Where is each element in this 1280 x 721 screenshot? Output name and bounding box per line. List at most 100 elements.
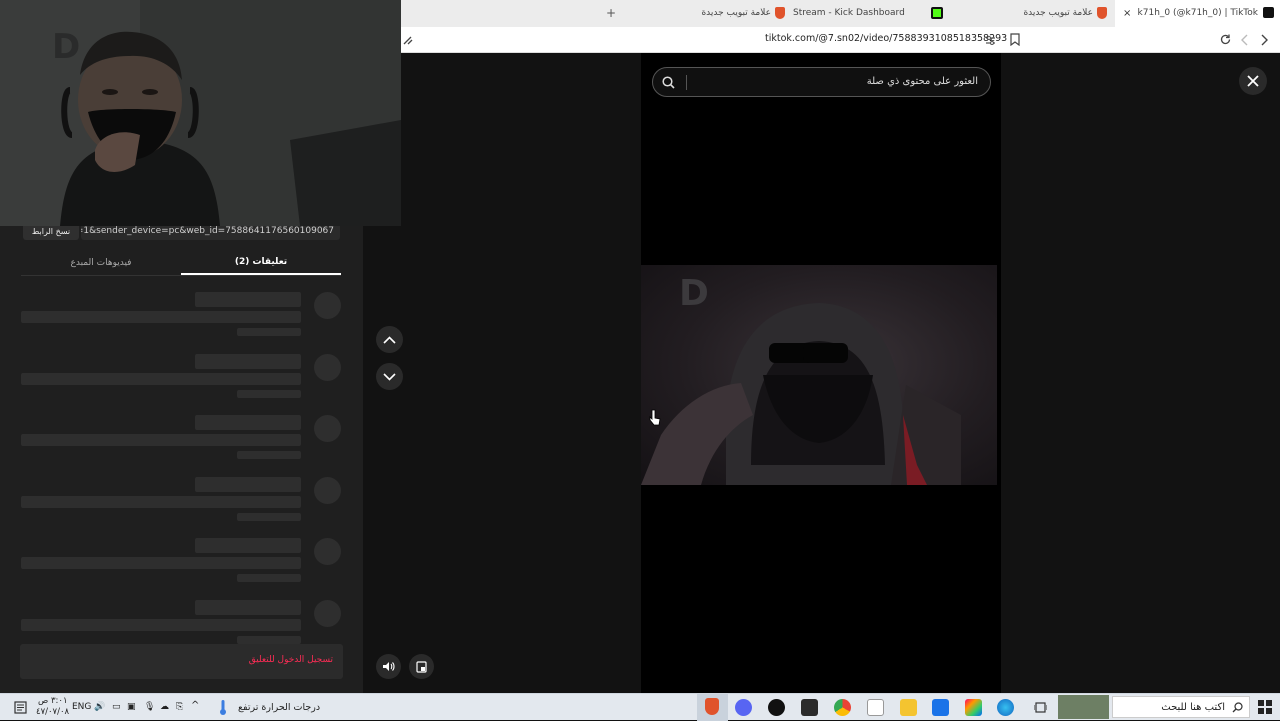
capcut-icon[interactable] <box>801 699 818 716</box>
windows-taskbar: اكتب هنا للبحث درجات الحرارة ترتفع ^ ⎘ ☁… <box>0 693 1280 721</box>
sidebar-toggle-icon[interactable] <box>402 34 414 46</box>
panel-tabs: تعليقات (2) فيديوهات المبدع <box>21 250 341 276</box>
svg-text:D: D <box>679 273 709 314</box>
comment-avatar-placeholder <box>314 599 341 627</box>
comment-text-placeholder <box>21 557 301 569</box>
next-video-button[interactable] <box>376 363 403 390</box>
comment-avatar-placeholder <box>314 415 341 442</box>
picture-in-picture-button[interactable] <box>409 654 434 679</box>
chrome-icon[interactable] <box>834 699 851 716</box>
comment-text-placeholder <box>21 434 301 446</box>
search-input[interactable]: العثور على محتوى ذي صلة <box>867 76 978 87</box>
clock-date[interactable]: ٤٧/٠٧/٠٨ <box>36 707 69 717</box>
tray-icon-1[interactable]: ⎘ <box>176 702 183 712</box>
comment-text-placeholder <box>21 618 301 631</box>
comment-avatar-placeholder <box>314 538 341 565</box>
discord-icon[interactable] <box>735 699 752 716</box>
comment-author-placeholder <box>195 415 301 430</box>
comment-meta-placeholder <box>237 328 301 336</box>
search-highlight-image <box>1058 695 1109 719</box>
copilot-icon[interactable] <box>965 699 982 716</box>
task-view-icon[interactable] <box>1034 701 1047 714</box>
store-icon[interactable] <box>867 699 884 716</box>
search-icon[interactable] <box>662 76 675 89</box>
tab-tiktok[interactable]: × k71h_0 (@k71h_0) | TikTok <box>1115 0 1280 27</box>
language-indicator[interactable]: ENG <box>72 702 91 712</box>
comment-author-placeholder <box>195 538 301 553</box>
start-button[interactable] <box>1250 694 1280 721</box>
close-button[interactable] <box>1239 67 1267 95</box>
volume-icon[interactable]: 🔊 <box>94 702 105 712</box>
search-bar[interactable]: العثور على محتوى ذي صلة <box>652 67 991 97</box>
tab-new-1[interactable]: علامة تبويب جديدة <box>1011 0 1111 27</box>
microphone-icon[interactable]: 🎙 <box>144 702 155 712</box>
kick-icon <box>931 7 943 19</box>
forward-icon[interactable] <box>1260 34 1269 46</box>
login-to-comment-bar[interactable]: تسجيل الدخول للتعليق <box>20 644 343 679</box>
mail-icon[interactable] <box>932 699 949 716</box>
screen-icon[interactable]: ▣ <box>127 702 136 712</box>
tab-close-icon[interactable]: × <box>1123 8 1131 19</box>
site-settings-icon[interactable] <box>985 35 996 46</box>
tiktok-icon <box>1263 7 1274 18</box>
tab-kick[interactable]: Stream - Kick Dashboard <box>791 0 951 27</box>
comment-text-placeholder <box>21 495 301 508</box>
tab-comments[interactable]: تعليقات (2) <box>181 250 341 275</box>
pip-icon <box>416 660 427 673</box>
bookmark-icon[interactable] <box>1010 33 1020 46</box>
previous-video-button[interactable] <box>376 326 403 353</box>
tab-creator-videos[interactable]: فيديوهات المبدع <box>21 250 181 275</box>
comment-author-placeholder <box>195 292 301 307</box>
video-frame-image: D <box>641 273 961 485</box>
comment-meta-placeholder <box>237 635 301 644</box>
address-bar: tiktok.com/@7.sn02/video/758839310851835… <box>401 27 1280 53</box>
comment-meta-placeholder <box>237 512 301 521</box>
brave-taskbar-button[interactable] <box>697 694 728 721</box>
comment-author-placeholder <box>195 476 301 492</box>
webcam-overlay: D <box>0 0 401 226</box>
edge-icon[interactable] <box>997 699 1014 716</box>
comment-meta-placeholder <box>237 574 301 582</box>
volume-button[interactable] <box>376 654 401 679</box>
reload-icon[interactable] <box>1219 33 1232 46</box>
tab-new-2[interactable]: علامة تبويب جديدة <box>691 0 791 27</box>
mouse-cursor-icon <box>649 409 661 426</box>
weather-text[interactable]: درجات الحرارة ترتفع <box>238 702 320 713</box>
chevron-up-icon[interactable]: ^ <box>191 700 199 711</box>
obs-icon[interactable] <box>768 699 785 716</box>
tab-label: علامة تبويب جديدة <box>701 8 771 18</box>
tab-label: علامة تبويب جديدة <box>1023 8 1093 18</box>
chevron-up-icon <box>383 335 396 344</box>
comment-author-placeholder <box>195 599 301 615</box>
volume-icon <box>383 662 395 671</box>
login-to-comment-link[interactable]: تسجيل الدخول للتعليق <box>249 655 333 665</box>
url-field[interactable]: tiktok.com/@7.sn02/video/758839310851835… <box>765 33 1007 44</box>
new-tab-button[interactable]: + <box>606 6 616 20</box>
comment-meta-placeholder <box>237 451 301 459</box>
windows-icon <box>1258 700 1272 714</box>
search-divider <box>686 75 687 90</box>
video-player[interactable]: D <box>641 265 997 485</box>
browser-tab-bar: × k71h_0 (@k71h_0) | TikTok علامة تبويب … <box>401 0 1280 27</box>
file-explorer-icon[interactable] <box>900 699 917 716</box>
tab-label: Stream - Kick Dashboard <box>793 8 905 18</box>
taskbar-search-box[interactable]: اكتب هنا للبحث <box>1112 696 1250 718</box>
network-icon[interactable]: ▭ <box>112 702 121 712</box>
onedrive-icon[interactable]: ☁ <box>160 702 169 712</box>
back-icon[interactable] <box>1240 34 1249 46</box>
search-icon <box>1232 702 1243 713</box>
thermometer-icon <box>220 700 226 715</box>
notification-icon[interactable] <box>14 701 27 714</box>
tab-label: k71h_0 (@k71h_0) | TikTok <box>1137 8 1258 18</box>
chevron-down-icon <box>383 372 396 381</box>
clock-time[interactable]: ٣:٠١ ص <box>38 696 68 706</box>
comment-text-placeholder <box>21 372 301 385</box>
close-icon <box>1247 75 1259 87</box>
comment-avatar-placeholder <box>314 292 341 319</box>
taskbar-search-placeholder: اكتب هنا للبحث <box>1161 702 1225 713</box>
brave-icon <box>1097 7 1107 19</box>
comment-author-placeholder <box>195 353 301 369</box>
brave-icon <box>775 7 785 19</box>
comment-avatar-placeholder <box>314 353 341 381</box>
svg-text:D: D <box>52 27 80 67</box>
